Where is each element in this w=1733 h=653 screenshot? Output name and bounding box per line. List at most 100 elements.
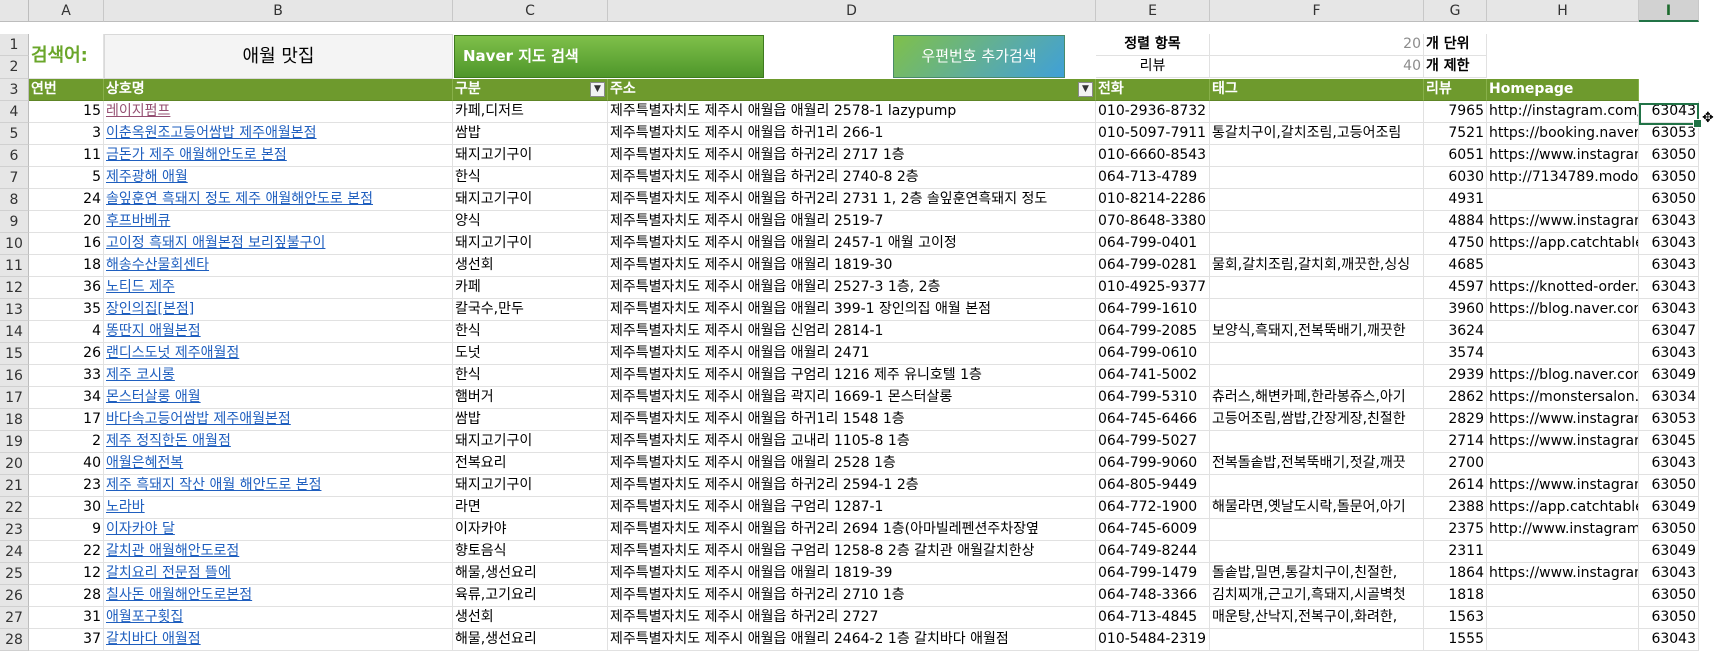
phone[interactable]: 064-799-9060 [1096, 453, 1210, 475]
review-count[interactable]: 4597 [1424, 277, 1487, 299]
column-header-b[interactable]: B [104, 0, 453, 22]
row-number[interactable]: 30 [29, 497, 104, 519]
tags[interactable]: 고등어조림,쌈밥,간장게장,친절한 [1210, 409, 1424, 431]
column-header-c[interactable]: C [453, 0, 608, 22]
phone[interactable]: 064-799-2085 [1096, 321, 1210, 343]
tags[interactable] [1210, 189, 1424, 211]
homepage[interactable] [1487, 321, 1639, 343]
category[interactable]: 생선회 [453, 607, 608, 629]
phone[interactable]: 064-745-6009 [1096, 519, 1210, 541]
review-count[interactable]: 2311 [1424, 541, 1487, 563]
review-count[interactable]: 4884 [1424, 211, 1487, 233]
place-name-link[interactable]: 칠사돈 애월해안도로본점 [104, 585, 453, 607]
homepage[interactable]: https://booking.naver. [1487, 123, 1639, 145]
category[interactable]: 육류,고기요리 [453, 585, 608, 607]
homepage[interactable]: https://www.instagram [1487, 431, 1639, 453]
naver-map-search-button[interactable]: Naver 지도 검색 [454, 35, 764, 78]
place-name-link[interactable]: 이자카야 달 [104, 519, 453, 541]
place-name-link[interactable]: 해송수산물회센타 [104, 255, 453, 277]
address[interactable]: 제주특별자치도 제주시 애월읍 애월리 2528 1층 [608, 453, 1096, 475]
row-number[interactable]: 12 [29, 563, 104, 585]
row-number[interactable]: 4 [29, 321, 104, 343]
review-count[interactable]: 1864 [1424, 563, 1487, 585]
category[interactable]: 돼지고기구이 [453, 145, 608, 167]
postal-code[interactable]: 63043 [1639, 233, 1699, 255]
row-header-23[interactable]: 23 [0, 519, 29, 541]
row-header-20[interactable]: 20 [0, 453, 29, 475]
homepage[interactable]: http://7134789.modoo [1487, 167, 1639, 189]
row-header-15[interactable]: 15 [0, 343, 29, 365]
homepage[interactable]: https://app.catchtable [1487, 233, 1639, 255]
search-keyword-input[interactable]: 애월 맛집 [104, 34, 453, 79]
place-name-link[interactable]: 제주광해 애월 [104, 167, 453, 189]
column-header-e[interactable]: E [1096, 0, 1210, 22]
row-number[interactable]: 26 [29, 343, 104, 365]
category[interactable]: 카페 [453, 277, 608, 299]
row-number[interactable]: 5 [29, 167, 104, 189]
category[interactable]: 한식 [453, 365, 608, 387]
address[interactable]: 제주특별자치도 제주시 애월읍 구엄리 1216 제주 유니호텔 1층 [608, 365, 1096, 387]
row-header-11[interactable]: 11 [0, 255, 29, 277]
postal-code[interactable]: 63050 [1639, 585, 1699, 607]
row-header-2[interactable]: 2 [0, 56, 29, 79]
postal-code[interactable]: 63053 [1639, 123, 1699, 145]
place-name-link[interactable]: 제주 흑돼지 작산 애월 해안도로 본점 [104, 475, 453, 497]
tags[interactable] [1210, 233, 1424, 255]
row-number[interactable]: 33 [29, 365, 104, 387]
homepage[interactable] [1487, 541, 1639, 563]
homepage[interactable]: https://www.instagram [1487, 475, 1639, 497]
column-header-g[interactable]: G [1424, 0, 1487, 22]
address[interactable]: 제주특별자치도 제주시 애월읍 하귀2리 2727 [608, 607, 1096, 629]
homepage[interactable] [1487, 189, 1639, 211]
review-count[interactable]: 2862 [1424, 387, 1487, 409]
address[interactable]: 제주특별자치도 제주시 애월읍 하귀2리 2731 1, 2층 솔잎훈연흑돼지 … [608, 189, 1096, 211]
place-name-link[interactable]: 제주 코시롱 [104, 365, 453, 387]
address[interactable]: 제주특별자치도 제주시 애월읍 애월리 2519-7 [608, 211, 1096, 233]
row-number[interactable]: 18 [29, 255, 104, 277]
tags[interactable]: 해물라면,옛날도시락,돌문어,아기 [1210, 497, 1424, 519]
row-header-18[interactable]: 18 [0, 409, 29, 431]
place-name-link[interactable]: 갈치요리 전문점 뜰에 [104, 563, 453, 585]
review-count[interactable]: 6030 [1424, 167, 1487, 189]
row-number[interactable]: 11 [29, 145, 104, 167]
tags[interactable] [1210, 211, 1424, 233]
row-header-21[interactable]: 21 [0, 475, 29, 497]
row-header-28[interactable]: 28 [0, 629, 29, 651]
place-name-link[interactable]: 몬스터살롱 애월 [104, 387, 453, 409]
place-name-link[interactable]: 랜디스도넛 제주애월점 [104, 343, 453, 365]
review-count[interactable]: 2614 [1424, 475, 1487, 497]
address[interactable]: 제주특별자치도 제주시 애월읍 하귀2리 2717 1층 [608, 145, 1096, 167]
review-count[interactable]: 3574 [1424, 343, 1487, 365]
phone[interactable]: 064-772-1900 [1096, 497, 1210, 519]
homepage[interactable] [1487, 585, 1639, 607]
postal-code[interactable]: 63050 [1639, 167, 1699, 189]
category[interactable]: 한식 [453, 167, 608, 189]
homepage[interactable]: https://www.instagram [1487, 563, 1639, 585]
tags[interactable]: 통갈치구이,갈치조림,고등어조림 [1210, 123, 1424, 145]
place-name-link[interactable]: 후프바베큐 [104, 211, 453, 233]
postal-code[interactable]: 63045 [1639, 431, 1699, 453]
row-header-16[interactable]: 16 [0, 365, 29, 387]
postal-code[interactable]: 63043 [1639, 211, 1699, 233]
category[interactable]: 햄버거 [453, 387, 608, 409]
review-count[interactable]: 4685 [1424, 255, 1487, 277]
category[interactable]: 칼국수,만두 [453, 299, 608, 321]
postal-code[interactable]: 63043 [1639, 277, 1699, 299]
place-name-link[interactable]: 고이정 흑돼지 애월본점 보리짚불구이 [104, 233, 453, 255]
column-header-i[interactable]: I [1639, 0, 1699, 22]
homepage[interactable]: http://instagram.com/ [1487, 101, 1639, 123]
postal-code[interactable]: 63049 [1639, 541, 1699, 563]
homepage[interactable] [1487, 453, 1639, 475]
phone[interactable]: 010-8214-2286 [1096, 189, 1210, 211]
address[interactable]: 제주특별자치도 제주시 애월읍 고내리 1105-8 1층 [608, 431, 1096, 453]
address[interactable]: 제주특별자치도 제주시 애월읍 구엄리 1258-8 2층 갈치관 애월갈치한상 [608, 541, 1096, 563]
category[interactable]: 한식 [453, 321, 608, 343]
sort-count-value[interactable]: 20 [1210, 34, 1424, 56]
address[interactable]: 제주특별자치도 제주시 애월읍 애월리 2457-1 애월 고이정 [608, 233, 1096, 255]
category[interactable]: 라면 [453, 497, 608, 519]
phone[interactable]: 070-8648-3380 [1096, 211, 1210, 233]
address[interactable]: 제주특별자치도 제주시 애월읍 곽지리 1669-1 몬스터살롱 [608, 387, 1096, 409]
tags[interactable] [1210, 365, 1424, 387]
homepage[interactable] [1487, 607, 1639, 629]
phone[interactable]: 064-799-0281 [1096, 255, 1210, 277]
